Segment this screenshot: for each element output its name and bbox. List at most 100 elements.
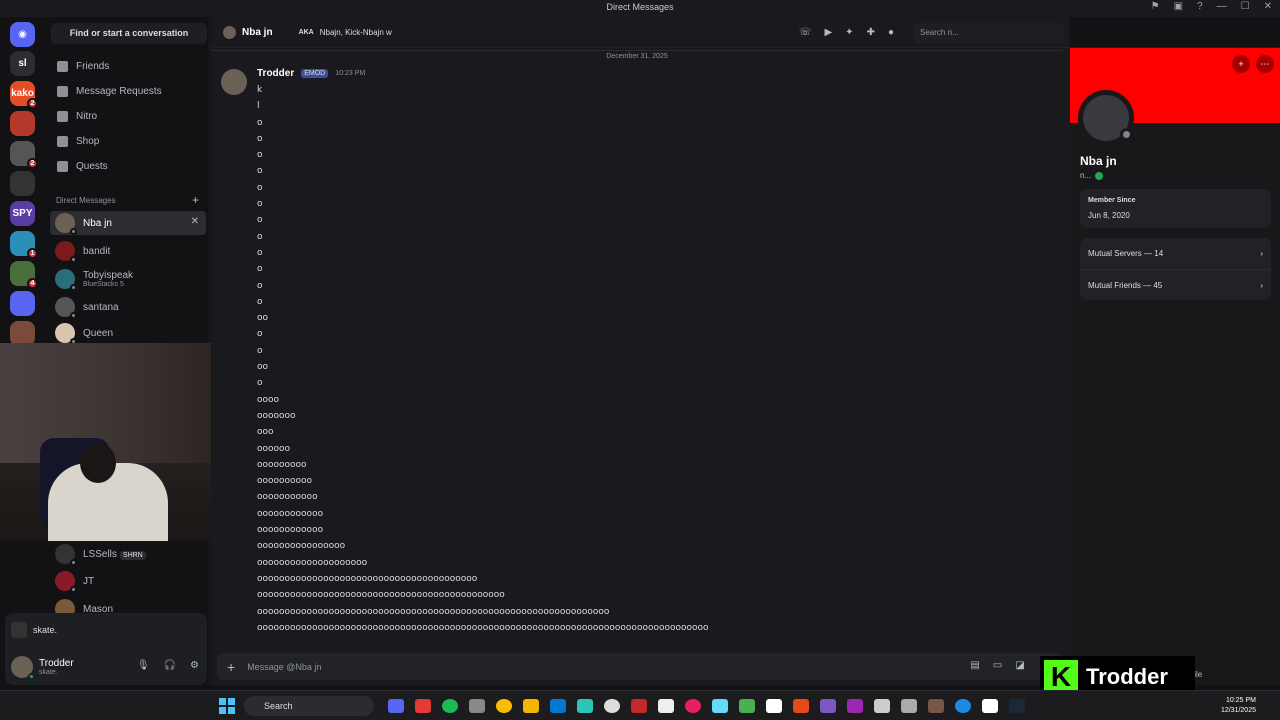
dm-text: santana (83, 302, 119, 313)
message-line: oooo (257, 394, 280, 405)
inbox-icon[interactable]: ⚑ (1151, 1, 1160, 12)
server-icon[interactable]: 2 (10, 141, 38, 169)
server-icon[interactable]: SPY (10, 201, 35, 226)
app-icon[interactable] (658, 699, 674, 713)
server-icon[interactable] (10, 291, 35, 316)
close-window-icon[interactable]: ✕ (1264, 1, 1272, 12)
app-icon[interactable] (847, 699, 863, 713)
message-line: o (257, 133, 263, 144)
server-icon[interactable]: kako 2 (10, 81, 38, 109)
profile-avatar[interactable] (1078, 90, 1134, 146)
attach-icon[interactable]: + (227, 659, 235, 675)
message-composer[interactable]: + Message @Nba jn ▤ ▭ ◪ ☺ (217, 653, 1062, 680)
profile-toggle-icon[interactable]: ● (888, 27, 894, 38)
dm-item[interactable]: santana (50, 295, 206, 319)
mutual-servers-row[interactable]: Mutual Servers — 14 › (1080, 238, 1271, 269)
headphones-icon[interactable]: 🎧 (164, 660, 176, 671)
windows-start-icon[interactable] (219, 698, 235, 714)
app-icon[interactable] (712, 699, 728, 713)
nav-quests[interactable]: Quests (50, 155, 206, 177)
dm-item[interactable]: Tobyispeak BlueStacks 5 (50, 267, 206, 291)
app-icon[interactable] (604, 699, 620, 713)
banner-actions: + ⋯ (1232, 55, 1274, 73)
folder-icon[interactable] (523, 699, 539, 713)
system-clock[interactable]: 10:25 PM 12/31/2025 (1221, 696, 1256, 716)
gear-icon[interactable]: ⚙ (190, 660, 199, 671)
server-icon[interactable] (10, 171, 35, 196)
message-line: o (257, 166, 263, 177)
member-since-card: Member Since Jun 8, 2020 (1080, 189, 1271, 228)
nav-shop[interactable]: Shop (50, 130, 206, 152)
app-icon[interactable] (820, 699, 836, 713)
microphone-icon[interactable]: 🎙 (137, 660, 150, 671)
app-icon[interactable] (982, 699, 998, 713)
message-author[interactable]: Trodder (257, 68, 294, 79)
app-icon[interactable] (766, 699, 782, 713)
screen-icon[interactable]: ▣ (1174, 1, 1183, 12)
taskbar-search[interactable]: Search (244, 696, 374, 716)
app-icon[interactable] (955, 699, 971, 713)
find-conversation-button[interactable]: Find or start a conversation (51, 23, 207, 44)
nav-message-requests[interactable]: Message Requests (50, 80, 206, 102)
message-input[interactable]: Message @Nba jn (247, 662, 321, 672)
minecraft-icon[interactable] (739, 699, 755, 713)
dm-item[interactable]: LSSells SHRN (50, 542, 206, 566)
gift-icon[interactable]: ▤ (970, 660, 979, 671)
chrome-icon[interactable] (496, 699, 512, 713)
activity-status[interactable]: skate. (11, 622, 57, 638)
message-avatar[interactable] (221, 69, 247, 95)
nav-label: Message Requests (76, 85, 162, 97)
app-icon[interactable] (577, 699, 593, 713)
dm-item[interactable]: Queen (50, 321, 206, 345)
add-friend-icon[interactable]: ✚ (867, 27, 875, 38)
message-line: oooooooooooo (257, 525, 324, 536)
discord-app-icon[interactable] (388, 699, 404, 713)
title-bar-controls: ⚑ ▣ ? — ☐ ✕ (1151, 1, 1272, 12)
maximize-icon[interactable]: ☐ (1241, 1, 1250, 12)
add-friend-icon[interactable]: + (1232, 55, 1250, 73)
nav-label: Nitro (76, 110, 98, 122)
notification-badge: 2 (27, 158, 38, 169)
avatar (55, 213, 77, 235)
app-icon[interactable] (874, 699, 890, 713)
search-input[interactable]: Search n... (914, 23, 1064, 43)
close-dm-icon[interactable]: ✕ (191, 216, 199, 227)
dm-item[interactable]: bandit (50, 239, 206, 263)
help-icon[interactable]: ? (1197, 1, 1203, 12)
avatar (55, 269, 77, 291)
add-dm-icon[interactable]: + (192, 193, 199, 207)
app-icon[interactable] (469, 699, 485, 713)
phone-icon[interactable]: ☏ (799, 27, 812, 38)
app-icon[interactable] (631, 699, 647, 713)
server-icon[interactable] (10, 111, 35, 136)
dm-text: Queen (83, 328, 113, 339)
app-icon[interactable] (415, 699, 431, 713)
nav-friends[interactable]: Friends (50, 55, 206, 77)
guild-tag[interactable]: EMOD (301, 69, 329, 78)
server-icon[interactable]: sl (10, 51, 35, 76)
app-icon[interactable] (793, 699, 809, 713)
dm-item[interactable]: JT (50, 569, 206, 593)
dm-item[interactable]: Nba jn ✕ (50, 211, 206, 235)
minimize-icon[interactable]: — (1217, 1, 1227, 12)
message-line: o (257, 199, 263, 210)
app-icon[interactable] (901, 699, 917, 713)
edge-icon[interactable] (550, 699, 566, 713)
spotify-icon[interactable] (442, 699, 458, 713)
more-icon[interactable]: ⋯ (1256, 55, 1274, 73)
app-icon[interactable] (928, 699, 944, 713)
mutual-friends-row[interactable]: Mutual Friends — 45 › (1080, 269, 1271, 300)
sticker-icon[interactable]: ◪ (1015, 660, 1024, 671)
server-icon[interactable]: 4 (10, 261, 38, 289)
discord-home-icon[interactable]: ◉ (10, 22, 35, 47)
app-icon[interactable] (685, 699, 701, 713)
nav-nitro[interactable]: Nitro (50, 105, 206, 127)
gif-icon[interactable]: ▭ (993, 660, 1002, 671)
current-user[interactable]: Trodder skate. (11, 656, 74, 680)
message-line: o (257, 345, 263, 356)
video-icon[interactable]: ▶ (824, 27, 832, 38)
server-icon[interactable]: 1 (10, 231, 38, 259)
pin-icon[interactable]: ✦ (845, 27, 853, 38)
user-status: skate. (39, 669, 58, 676)
steam-icon[interactable] (1009, 699, 1025, 713)
